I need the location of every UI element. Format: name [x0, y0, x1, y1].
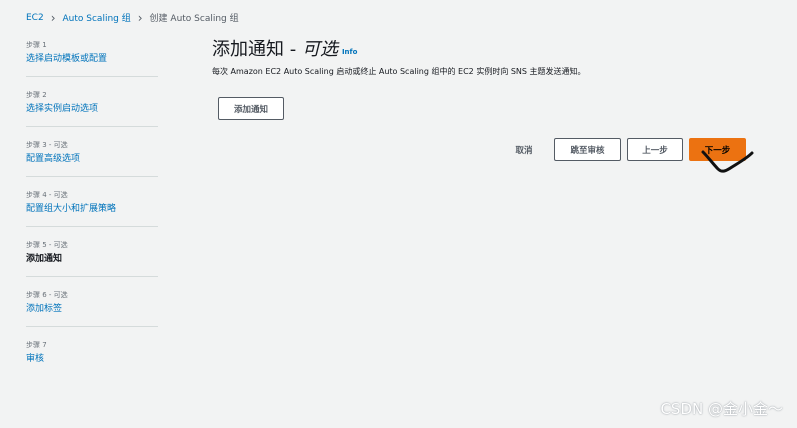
step-label: 步骤 6 - 可选: [26, 291, 68, 299]
step-link-instance-launch-options[interactable]: 选择实例启动选项: [26, 102, 158, 116]
step-label: 步骤 1: [26, 41, 47, 49]
step-current-add-notifications: 添加通知: [26, 254, 63, 264]
step-label: 步骤 4 - 可选: [26, 191, 68, 199]
step-link-group-size[interactable]: 配置组大小和扩展策略: [26, 202, 158, 216]
step-6: 步骤 6 - 可选 添加标签: [26, 288, 158, 327]
skip-to-review-button[interactable]: 跳至审核: [554, 138, 621, 161]
breadcrumb-asg-link[interactable]: Auto Scaling 组: [63, 11, 131, 24]
step-link-review[interactable]: 审核: [26, 352, 158, 366]
step-link-advanced-options[interactable]: 配置高级选项: [26, 152, 158, 166]
step-1: 步骤 1 选择启动模板或配置: [26, 38, 158, 77]
info-link[interactable]: Info: [342, 48, 357, 56]
page-description: 每次 Amazon EC2 Auto Scaling 启动或终止 Auto Sc…: [212, 67, 586, 76]
next-button[interactable]: 下一步: [689, 138, 746, 161]
page-title: 添加通知 - 可选 Info: [212, 38, 357, 64]
watermark: CSDN @金小金～: [660, 400, 783, 418]
wizard-steps: 步骤 1 选择启动模板或配置 步骤 2 选择实例启动选项 步骤 3 - 可选 配…: [26, 38, 158, 388]
previous-button[interactable]: 上一步: [627, 138, 683, 161]
cancel-button[interactable]: 取消: [507, 140, 541, 160]
step-3: 步骤 3 - 可选 配置高级选项: [26, 138, 158, 177]
add-notification-button[interactable]: 添加通知: [218, 97, 284, 120]
step-label: 步骤 3 - 可选: [26, 141, 68, 149]
step-label: 步骤 7: [26, 341, 47, 349]
chevron-right-icon: ›: [50, 10, 56, 25]
step-7: 步骤 7 审核: [26, 338, 158, 377]
breadcrumb-current: 创建 Auto Scaling 组: [149, 14, 239, 24]
breadcrumb: EC2 › Auto Scaling 组 › 创建 Auto Scaling 组: [26, 10, 239, 25]
step-label: 步骤 2: [26, 91, 47, 99]
step-2: 步骤 2 选择实例启动选项: [26, 88, 158, 127]
step-4: 步骤 4 - 可选 配置组大小和扩展策略: [26, 188, 158, 227]
step-label: 步骤 5 - 可选: [26, 241, 68, 249]
chevron-right-icon: ›: [137, 10, 143, 25]
breadcrumb-ec2-link[interactable]: EC2: [26, 13, 44, 23]
page-title-text: 添加通知 -: [212, 39, 302, 60]
step-link-add-tags[interactable]: 添加标签: [26, 302, 158, 316]
step-5: 步骤 5 - 可选 添加通知: [26, 238, 158, 277]
step-link-launch-template[interactable]: 选择启动模板或配置: [26, 52, 158, 66]
page-title-optional: 可选: [301, 39, 338, 60]
